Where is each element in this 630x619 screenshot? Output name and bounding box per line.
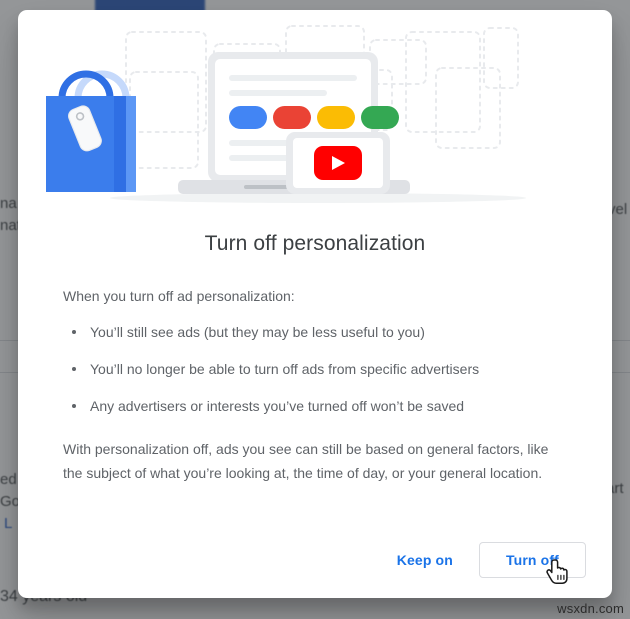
list-item: Any advertisers or interests you’ve turn…	[63, 396, 566, 416]
keep-on-button[interactable]: Keep on	[385, 543, 465, 577]
dialog-content: When you turn off ad personalization: Yo…	[18, 286, 612, 485]
list-item: You’ll still see ads (but they may be le…	[63, 322, 566, 342]
intro-text: When you turn off ad personalization:	[63, 288, 295, 304]
page-title: Turn off personalization	[204, 232, 426, 255]
ads-devices-illustration	[18, 10, 612, 210]
outro-text: With personalization off, ads you see ca…	[63, 441, 549, 481]
list-item: You’ll no longer be able to turn off ads…	[63, 359, 566, 379]
dialog-actions: Keep on Turn off	[385, 542, 586, 578]
consequences-list: You’ll still see ads (but they may be le…	[63, 322, 566, 416]
turn-off-button[interactable]: Turn off	[478, 542, 586, 578]
watermark: wsxdn.com	[557, 601, 624, 616]
turn-off-personalization-dialog: Turn off personalization When you turn o…	[18, 10, 612, 598]
